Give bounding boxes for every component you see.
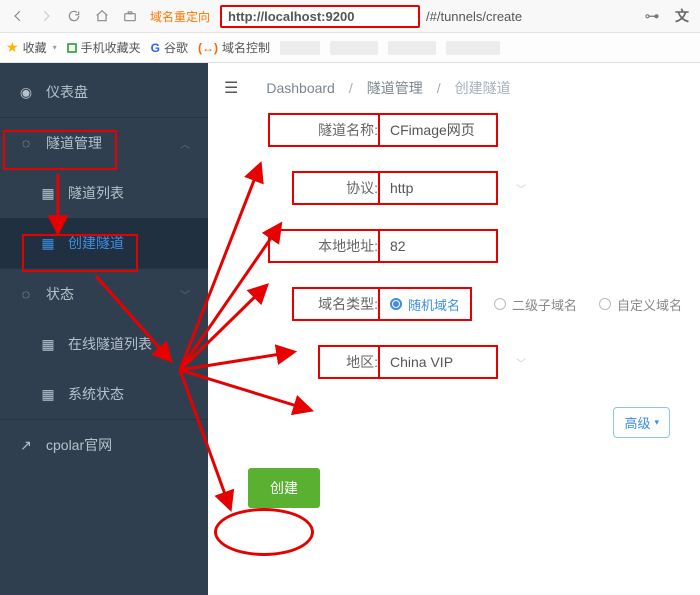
reload-icon[interactable]	[62, 4, 86, 28]
sidebar: ◉ 仪表盘 ◌ 隧道管理 ︿ ▦ 隧道列表 ▦ 创建隧道 ◌ 状态 ﹀	[0, 63, 208, 595]
grid-icon: ▦	[40, 386, 56, 403]
grid-icon: ▦	[40, 235, 56, 252]
redacted-bookmark	[446, 41, 500, 55]
row-protocol: 协议: http ﹀	[218, 171, 690, 205]
redacted-bookmark	[280, 41, 320, 55]
sidebar-item-label: 仪表盘	[46, 82, 88, 102]
hamburger-icon[interactable]: ☰	[224, 78, 238, 98]
bookmark-domain-ctrl[interactable]: (↔)域名控制	[198, 39, 270, 56]
bookmark-google[interactable]: G谷歌	[151, 39, 188, 56]
bookmark-bar: ★收藏▾ 手机收藏夹 G谷歌 (↔)域名控制	[0, 33, 700, 63]
fav-button[interactable]: ★收藏▾	[6, 39, 57, 56]
label-region: 地区:	[318, 345, 378, 379]
sidebar-item-online-tunnels[interactable]: ▦ 在线隧道列表	[0, 319, 208, 369]
select-protocol[interactable]: http	[378, 171, 498, 205]
chevron-down-icon[interactable]: ﹀	[516, 355, 526, 370]
radio-checked-icon	[390, 298, 402, 310]
label-local-addr: 本地地址:	[268, 229, 378, 263]
gauge-icon: ◉	[18, 84, 34, 101]
radio-unchecked-icon	[494, 298, 506, 310]
chevron-down-icon: ﹀	[180, 287, 190, 302]
grid-icon: ▦	[40, 185, 56, 202]
redacted-bookmark	[388, 41, 436, 55]
grid-icon: ▦	[40, 336, 56, 353]
label-protocol: 协议:	[292, 171, 378, 205]
sidebar-item-official-site[interactable]: ↗ cpolar官网	[0, 420, 208, 470]
chevron-down-icon: ▾	[654, 417, 659, 428]
sidebar-item-label: 状态	[46, 284, 74, 304]
forward-icon[interactable]	[34, 4, 58, 28]
radio-random-domain[interactable]: 随机域名	[378, 287, 472, 321]
briefcase-icon[interactable]	[118, 4, 142, 28]
select-region[interactable]: China VIP	[378, 345, 498, 379]
advanced-button[interactable]: 高级 ▾	[613, 407, 670, 438]
redacted-bookmark	[330, 41, 378, 55]
radio-custom-domain[interactable]: 自定义域名	[599, 295, 682, 314]
input-tunnel-name[interactable]: CFimage网页	[378, 113, 498, 147]
sidebar-item-system-status[interactable]: ▦ 系统状态	[0, 369, 208, 419]
radio-sub-domain[interactable]: 二级子域名	[494, 295, 577, 314]
row-domain-type: 域名类型: 随机域名 二级子域名 自定义域名	[218, 287, 690, 321]
radio-unchecked-icon	[599, 298, 611, 310]
back-icon[interactable]	[6, 4, 30, 28]
circle-icon: ◌	[18, 286, 34, 302]
sidebar-item-label: 创建隧道	[68, 233, 124, 253]
breadcrumb: ☰ Dashboard / 隧道管理 / 创建隧道	[208, 63, 700, 113]
url-tail: /#/tunnels/create	[426, 9, 636, 24]
tunnel-form: 隧道名称: CFimage网页 协议: http ﹀ 本地地址: 82 域名类型…	[208, 113, 700, 508]
sidebar-item-label: 系统状态	[68, 384, 124, 404]
sidebar-item-label: 在线隧道列表	[68, 334, 152, 354]
crumb-tunnel-mgmt[interactable]: 隧道管理	[367, 78, 423, 98]
bookmark-mobile[interactable]: 手机收藏夹	[67, 39, 141, 56]
home-icon[interactable]	[90, 4, 114, 28]
label-tunnel-name: 隧道名称:	[268, 113, 378, 147]
row-region: 地区: China VIP ﹀	[218, 345, 690, 379]
browser-toolbar: 域名重定向 http://localhost:9200 /#/tunnels/c…	[0, 0, 700, 33]
translate-icon[interactable]: 文	[670, 4, 694, 28]
sidebar-item-create-tunnel[interactable]: ▦ 创建隧道	[0, 218, 208, 268]
external-link-icon: ↗	[18, 437, 34, 454]
circle-icon: ◌	[18, 135, 34, 151]
redirect-label: 域名重定向	[146, 8, 214, 25]
chevron-down-icon[interactable]: ﹀	[516, 181, 526, 196]
sidebar-item-tunnel-list[interactable]: ▦ 隧道列表	[0, 168, 208, 218]
chevron-up-icon: ︿	[180, 136, 190, 151]
sidebar-item-tunnel-mgmt[interactable]: ◌ 隧道管理 ︿	[0, 118, 208, 168]
main-content: ☰ Dashboard / 隧道管理 / 创建隧道 隧道名称: CFimage网…	[208, 63, 700, 595]
crumb-dashboard[interactable]: Dashboard	[266, 80, 335, 96]
url-highlighted[interactable]: http://localhost:9200	[220, 5, 420, 28]
crumb-create-tunnel: 创建隧道	[455, 78, 511, 98]
sidebar-item-label: 隧道管理	[46, 133, 102, 153]
sidebar-item-label: 隧道列表	[68, 183, 124, 203]
label-domain-type: 域名类型:	[292, 287, 378, 321]
sidebar-item-label: cpolar官网	[46, 435, 112, 455]
create-button[interactable]: 创建	[248, 468, 320, 508]
row-local-addr: 本地地址: 82	[218, 229, 690, 263]
key-icon[interactable]: ⊶	[640, 4, 664, 28]
input-local-addr[interactable]: 82	[378, 229, 498, 263]
sidebar-item-dashboard[interactable]: ◉ 仪表盘	[0, 67, 208, 117]
row-tunnel-name: 隧道名称: CFimage网页	[218, 113, 690, 147]
sidebar-item-status[interactable]: ◌ 状态 ﹀	[0, 269, 208, 319]
